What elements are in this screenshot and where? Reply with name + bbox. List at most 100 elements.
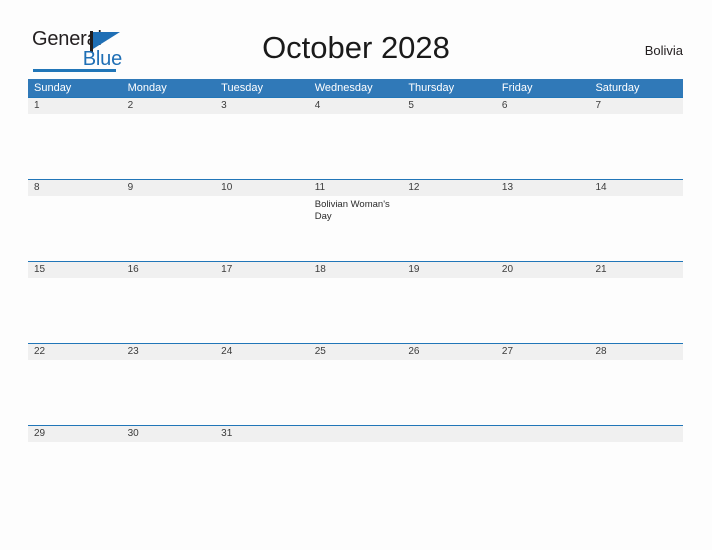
week-date-band: 22 23 24 25 26 27 28 (28, 343, 683, 360)
week-event-band (28, 442, 683, 507)
weekday-header-wednesday: Wednesday (314, 82, 373, 94)
day-number[interactable]: 11 (309, 180, 403, 196)
calendar-week-row: 15 16 17 18 19 20 21 (28, 261, 683, 343)
day-cell[interactable] (215, 360, 309, 425)
calendar-week-row: 29 30 31 (28, 425, 683, 507)
day-number[interactable]: 5 (402, 98, 496, 114)
day-number[interactable]: 15 (28, 262, 122, 278)
weekday-header-thursday: Thursday (408, 82, 455, 94)
day-number[interactable]: 2 (122, 98, 216, 114)
day-cell[interactable] (215, 114, 309, 179)
day-number[interactable]: 20 (496, 262, 590, 278)
day-cell[interactable] (122, 114, 216, 179)
day-number[interactable]: 26 (402, 344, 496, 360)
day-cell[interactable] (28, 196, 122, 261)
day-number[interactable]: 17 (215, 262, 309, 278)
weekday-header-tuesday: Tuesday (221, 82, 263, 94)
day-number[interactable]: 3 (215, 98, 309, 114)
calendar-weeks: 1 2 3 4 5 6 7 8 9 10 11 12 13 14 Bolivian Woman's Day 1… (28, 97, 683, 507)
weekday-header-sunday: Sunday (34, 82, 72, 94)
day-cell[interactable] (309, 442, 403, 507)
day-number[interactable]: 13 (496, 180, 590, 196)
day-number[interactable]: 8 (28, 180, 122, 196)
day-number[interactable] (309, 426, 403, 442)
weekday-header-row: Sunday Monday Tuesday Wednesday Thursday Frid… (28, 79, 683, 97)
day-number[interactable]: 10 (215, 180, 309, 196)
day-number[interactable]: 27 (496, 344, 590, 360)
day-cell[interactable] (122, 442, 216, 507)
day-cell[interactable] (28, 278, 122, 343)
day-cell[interactable] (28, 360, 122, 425)
day-cell[interactable] (122, 278, 216, 343)
week-event-band: Bolivian Woman's Day (28, 196, 683, 261)
day-number[interactable]: 7 (589, 98, 683, 114)
day-cell[interactable] (122, 360, 216, 425)
day-cell[interactable] (28, 442, 122, 507)
day-number[interactable]: 30 (122, 426, 216, 442)
week-date-band: 15 16 17 18 19 20 21 (28, 261, 683, 278)
weekday-header-friday: Friday (501, 82, 533, 94)
day-cell[interactable] (215, 442, 309, 507)
week-date-band: 29 30 31 (28, 425, 683, 442)
day-cell[interactable] (402, 114, 496, 179)
day-number[interactable] (589, 426, 683, 442)
day-cell[interactable] (589, 360, 683, 425)
week-event-band (28, 114, 683, 179)
day-cell[interactable] (402, 278, 496, 343)
page-header: General Blue October 2028 Bolivia (0, 0, 712, 78)
day-number[interactable]: 22 (28, 344, 122, 360)
day-number[interactable]: 18 (309, 262, 403, 278)
day-number[interactable]: 16 (122, 262, 216, 278)
day-number[interactable] (402, 426, 496, 442)
calendar-week-row: 8 9 10 11 12 13 14 Bolivian Woman's Day (28, 179, 683, 261)
day-number[interactable]: 14 (589, 180, 683, 196)
day-number[interactable]: 29 (28, 426, 122, 442)
day-cell[interactable] (496, 442, 590, 507)
calendar-page: General Blue October 2028 Bolivia Sunday… (0, 0, 712, 550)
day-cell[interactable] (309, 360, 403, 425)
day-number[interactable]: 31 (215, 426, 309, 442)
day-cell[interactable] (589, 114, 683, 179)
day-number[interactable]: 24 (215, 344, 309, 360)
day-number[interactable]: 23 (122, 344, 216, 360)
day-cell[interactable] (589, 442, 683, 507)
weekday-header-monday: Monday (127, 82, 167, 94)
day-event-label: Bolivian Woman's Day (314, 199, 390, 222)
day-cell[interactable] (309, 114, 403, 179)
calendar-week-row: 22 23 24 25 26 27 28 (28, 343, 683, 425)
day-number[interactable] (496, 426, 590, 442)
calendar-grid: Sunday Monday Tuesday Wednesday Thursday Frid… (28, 79, 683, 507)
day-cell[interactable] (589, 196, 683, 261)
day-number[interactable]: 6 (496, 98, 590, 114)
day-cell[interactable] (496, 278, 590, 343)
day-number[interactable]: 9 (122, 180, 216, 196)
week-event-band (28, 278, 683, 343)
day-cell[interactable] (122, 196, 216, 261)
region-label: Bolivia (644, 43, 683, 58)
day-cell[interactable] (215, 196, 309, 261)
day-number[interactable]: 25 (309, 344, 403, 360)
week-date-band: 1234567 (28, 97, 683, 114)
calendar-week-row: 1234567 (28, 97, 683, 179)
day-cell[interactable] (28, 114, 122, 179)
day-cell[interactable] (402, 442, 496, 507)
day-cell[interactable]: Bolivian Woman's Day (309, 196, 403, 261)
day-cell[interactable] (402, 360, 496, 425)
week-event-band (28, 360, 683, 425)
day-number[interactable]: 19 (402, 262, 496, 278)
day-cell[interactable] (215, 278, 309, 343)
day-cell[interactable] (589, 278, 683, 343)
day-number[interactable]: 12 (402, 180, 496, 196)
day-cell[interactable] (496, 114, 590, 179)
day-number[interactable]: 21 (589, 262, 683, 278)
page-title: October 2028 (262, 30, 450, 65)
day-cell[interactable] (309, 278, 403, 343)
day-cell[interactable] (496, 360, 590, 425)
logo-underline-rule (33, 69, 116, 72)
weekday-header-saturday: Saturday (595, 82, 640, 94)
day-number[interactable]: 1 (28, 98, 122, 114)
day-cell[interactable] (402, 196, 496, 261)
day-number[interactable]: 28 (589, 344, 683, 360)
day-number[interactable]: 4 (309, 98, 403, 114)
day-cell[interactable] (496, 196, 590, 261)
